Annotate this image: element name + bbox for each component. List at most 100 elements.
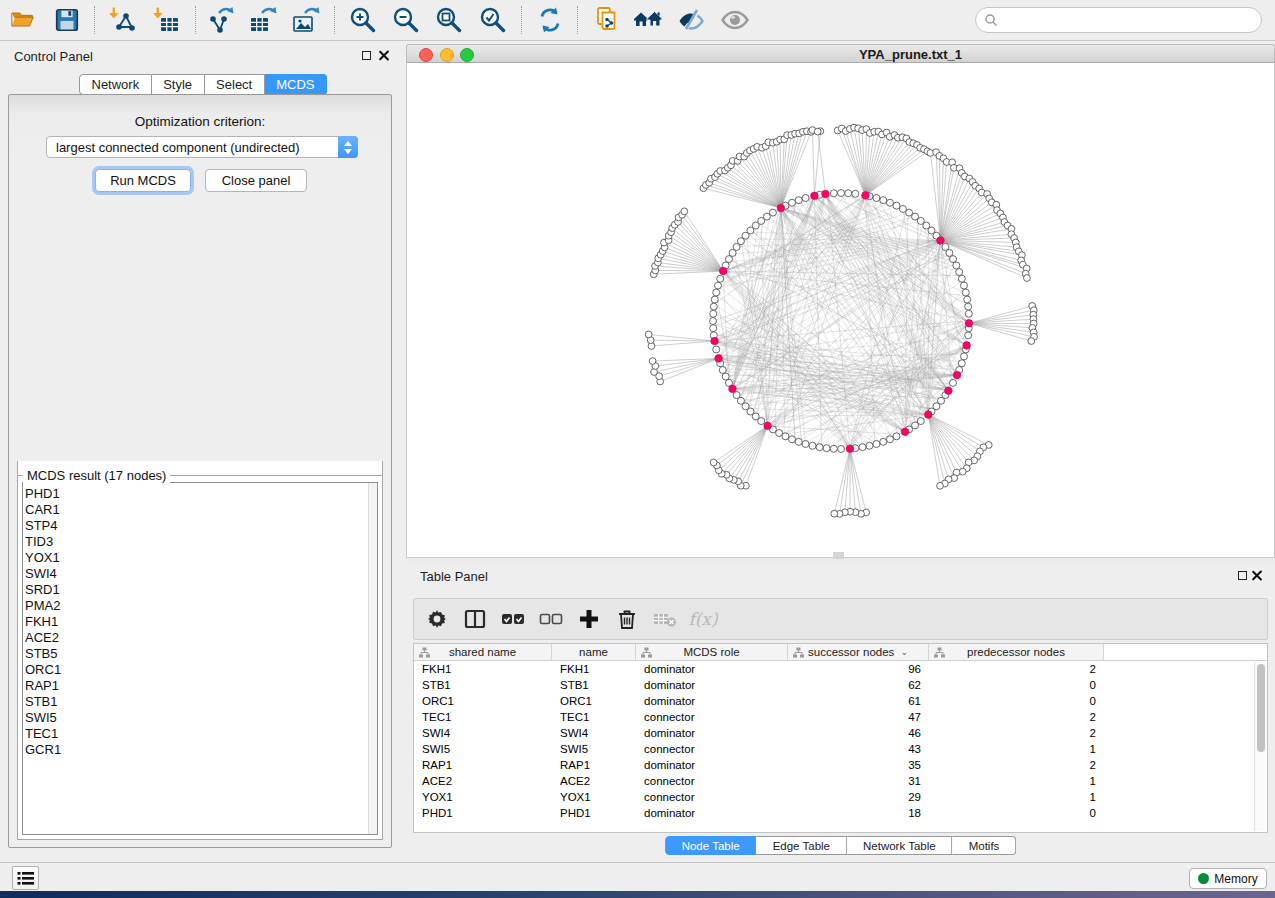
optimization-criterion-select[interactable]: largest connected component (undirected) (46, 136, 358, 158)
table-panel-close-icon[interactable] (1251, 570, 1262, 581)
zoom-out-icon[interactable] (391, 5, 421, 35)
mcds-result-item[interactable]: SRD1 (25, 582, 377, 598)
mcds-result-item[interactable]: YOX1 (25, 550, 377, 566)
export-table-icon[interactable] (248, 5, 278, 35)
deselect-all-icon[interactable] (532, 604, 570, 634)
table-row[interactable]: SWI4SWI4dominator462 (414, 725, 1267, 741)
zoom-fit-icon[interactable] (434, 5, 464, 35)
window-minimize-light[interactable] (440, 48, 454, 62)
window-zoom-light[interactable] (460, 48, 474, 62)
cell-successor-nodes: 18 (788, 805, 929, 821)
refresh-icon[interactable] (535, 5, 565, 35)
cell-predecessor-nodes: 1 (929, 789, 1104, 805)
mcds-result-item[interactable]: PMA2 (25, 598, 377, 614)
table-tab-motifs[interactable]: Motifs (953, 836, 1017, 855)
mcds-result-item[interactable]: FKH1 (25, 614, 377, 630)
open-session-icon[interactable] (8, 5, 38, 35)
table-row[interactable]: STB1STB1dominator620 (414, 677, 1267, 693)
network-window-titlebar: YPA_prune.txt_1 (406, 44, 1275, 63)
mcds-result-item[interactable]: TID3 (25, 534, 377, 550)
memory-button[interactable]: Memory (1189, 868, 1267, 889)
mcds-result-item[interactable]: CAR1 (25, 502, 377, 518)
import-table-icon[interactable] (151, 5, 181, 35)
mcds-result-item[interactable]: PHD1 (25, 486, 377, 502)
select-stepper-icon (338, 136, 358, 158)
window-close-light[interactable] (419, 48, 433, 62)
control-panel-close-icon[interactable] (378, 50, 389, 61)
table-row[interactable]: SWI5SWI5connector431 (414, 741, 1267, 757)
column-header-predecessor-nodes[interactable]: predecessor nodes (929, 644, 1104, 660)
delete-column-icon[interactable] (608, 604, 646, 634)
horizontal-splitter[interactable] (406, 558, 1275, 565)
function-builder-icon[interactable]: f(x) (684, 604, 722, 634)
export-network-icon[interactable] (206, 5, 236, 35)
control-panel-float-icon[interactable] (362, 51, 371, 60)
control-tab-network[interactable]: Network (79, 74, 152, 95)
table-scrollbar-thumb[interactable] (1257, 664, 1265, 752)
cell-successor-nodes: 61 (788, 693, 929, 709)
mcds-result-item[interactable]: SWI5 (25, 710, 377, 726)
table-row[interactable]: RAP1RAP1dominator352 (414, 757, 1267, 773)
mcds-result-item[interactable]: ACE2 (25, 630, 377, 646)
zoom-in-icon[interactable] (348, 5, 378, 35)
add-column-icon[interactable] (570, 604, 608, 634)
hide-eye-icon[interactable] (676, 5, 706, 35)
delete-table-icon[interactable] (646, 604, 684, 634)
table-row[interactable]: ACE2ACE2connector311 (414, 773, 1267, 789)
search-input[interactable] (975, 7, 1262, 33)
table-settings-icon[interactable] (418, 604, 456, 634)
mcds-result-item[interactable]: RAP1 (25, 678, 377, 694)
column-header-shared-name[interactable]: shared name (414, 644, 552, 660)
desktop-wallpaper-strip (0, 891, 1275, 898)
cell-successor-nodes: 47 (788, 709, 929, 725)
network-canvas[interactable] (406, 63, 1275, 558)
import-network-icon[interactable] (107, 5, 137, 35)
show-eye-icon[interactable] (720, 5, 750, 35)
table-tab-node-table[interactable]: Node Table (665, 836, 757, 855)
home-icon[interactable] (633, 5, 663, 35)
cell-name: FKH1 (552, 661, 636, 677)
mcds-result-item[interactable]: STB5 (25, 646, 377, 662)
column-header-name[interactable]: name (552, 644, 636, 660)
select-all-icon[interactable] (494, 604, 532, 634)
control-tab-style[interactable]: Style (152, 74, 205, 95)
mcds-result-label: MCDS result (17 nodes) (23, 468, 170, 483)
table-row[interactable]: PHD1PHD1dominator180 (414, 805, 1267, 821)
save-session-icon[interactable] (52, 5, 82, 35)
mcds-result-item[interactable]: GCR1 (25, 742, 377, 758)
close-panel-button[interactable]: Close panel (205, 169, 307, 192)
cell-mcds-role: connector (636, 773, 788, 789)
mcds-result-item[interactable]: STB1 (25, 694, 377, 710)
column-header-successor-nodes[interactable]: successor nodes⌄ (788, 644, 929, 660)
cell-mcds-role: connector (636, 789, 788, 805)
task-history-button[interactable] (12, 866, 39, 890)
table-panel-float-icon[interactable] (1238, 571, 1247, 580)
control-tab-mcds[interactable]: MCDS (265, 74, 327, 95)
mcds-result-item[interactable]: STP4 (25, 518, 377, 534)
column-header-MCDS-role[interactable]: MCDS role (636, 644, 788, 660)
copy-network-icon[interactable] (592, 5, 622, 35)
cell-mcds-role: dominator (636, 677, 788, 693)
cell-successor-nodes: 31 (788, 773, 929, 789)
table-tab-network-table[interactable]: Network Table (847, 836, 953, 855)
cell-mcds-role: dominator (636, 805, 788, 821)
control-tab-select[interactable]: Select (205, 74, 265, 95)
cell-predecessor-nodes: 0 (929, 693, 1104, 709)
cell-shared-name: SWI4 (414, 725, 552, 741)
mcds-result-item[interactable]: TEC1 (25, 726, 377, 742)
export-image-icon[interactable] (291, 5, 321, 35)
table-scrollbar[interactable] (1254, 662, 1266, 831)
zoom-selected-icon[interactable] (478, 5, 508, 35)
column-layout-icon[interactable] (456, 604, 494, 634)
table-row[interactable]: FKH1FKH1dominator962 (414, 661, 1267, 677)
table-row[interactable]: ORC1ORC1dominator610 (414, 693, 1267, 709)
table-row[interactable]: TEC1TEC1connector472 (414, 709, 1267, 725)
mcds-result-item[interactable]: SWI4 (25, 566, 377, 582)
table-row[interactable]: YOX1YOX1connector291 (414, 789, 1267, 805)
mcds-list-scrollbar[interactable] (368, 483, 377, 834)
network-graph (407, 63, 1274, 558)
mcds-result-item[interactable]: ORC1 (25, 662, 377, 678)
cell-name: SWI4 (552, 725, 636, 741)
run-mcds-button[interactable]: Run MCDS (95, 169, 191, 192)
table-tab-edge-table[interactable]: Edge Table (757, 836, 847, 855)
